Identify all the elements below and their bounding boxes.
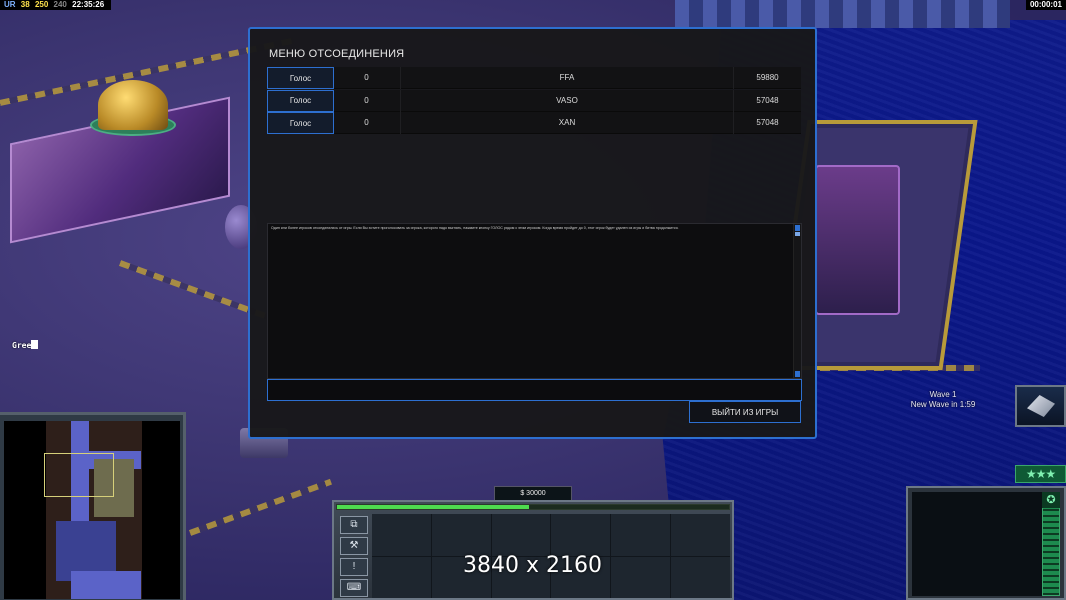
wave-countdown: New Wave in 1:59 [910,400,976,409]
build-slot[interactable] [491,514,551,556]
player-row: Голос 0 VASO 57048 [267,89,801,112]
wave-title: Wave 1 [929,390,957,399]
player-row: Голос 0 XAN 57048 [267,112,801,134]
enemy-structure[interactable] [815,165,900,315]
player-ping: 0 [364,73,369,82]
log-scrollbar[interactable] [793,224,801,378]
text-cursor [31,340,39,349]
faction-star-icon: ✪ [1042,492,1060,508]
player-frame: 57048 [756,118,779,127]
build-slot[interactable] [671,556,730,598]
scroll-up-icon[interactable] [795,225,800,231]
stat-c: 250 [34,0,49,9]
chat-text: Gree [12,341,32,350]
vote-button[interactable]: Голос [267,67,334,89]
resolution-watermark: 3840 x 2160 [463,553,602,578]
shuttle-icon [1027,395,1055,417]
stat-d: 240 [53,0,67,9]
player-ping: 0 [364,118,369,127]
radar-screen[interactable] [912,492,1042,596]
alert-icon[interactable]: ! [340,558,368,576]
stat-a: UR [4,0,16,9]
vote-button[interactable]: Голос [267,89,334,112]
radar-panel: ✪ [906,486,1066,600]
power-fill [337,505,530,509]
scroll-thumb[interactable] [795,232,800,236]
stat-b: 38 [20,0,30,9]
chat-line: Gree [12,340,39,350]
minimap-path [71,571,141,599]
build-slot[interactable] [431,514,491,556]
fortress-wall [675,0,1010,28]
player-frame: 59880 [756,73,779,82]
rank-stars: ★★★ [1015,465,1066,483]
command-panel: ⧉ ⚒ ! ⌨ [332,500,734,600]
message-log[interactable]: Один или более игроков отсоединились от … [267,223,802,379]
chat-input[interactable] [267,379,802,401]
build-slot[interactable] [611,514,671,556]
palace-dome [98,80,168,130]
build-slot[interactable] [671,514,730,556]
build-slot[interactable] [372,514,431,556]
player-list: Голос 0 FFA 59880 Голос 0 VASO 57048 Гол… [267,67,801,135]
repair-icon[interactable]: ⚒ [340,537,368,555]
log-text: Один или более игроков отсоединились от … [271,226,679,230]
road [188,478,332,536]
build-slot[interactable] [551,514,611,556]
exit-game-button[interactable]: ВЫЙТИ ИЗ ИГРЫ [689,401,801,423]
wave-info: Wave 1 New Wave in 1:59 [888,390,998,410]
player-name: FFA [400,67,734,89]
build-slot[interactable] [372,556,431,598]
build-slot[interactable] [611,556,671,598]
disconnect-dialog: МЕНЮ ОТСОЕДИНЕНИЯ Голос 0 FFA 59880 Голо… [248,27,817,439]
vote-button[interactable]: Голос [267,112,334,134]
structures-tab-icon[interactable]: ⧉ [340,516,368,534]
dialog-title: МЕНЮ ОТСОЕДИНЕНИЯ [269,48,405,60]
player-row: Голос 0 FFA 59880 [267,67,801,89]
minimap-screen[interactable] [4,421,180,599]
clock: 22:35:26 [72,0,105,9]
hud-stats: UR 38 250 240 22:35:26 [0,0,112,10]
game-timer: 00:00:01 [1025,0,1066,10]
options-icon[interactable]: ⌨ [340,579,368,597]
unit-portrait[interactable] [1015,385,1066,427]
player-name: VASO [400,89,734,112]
player-ping: 0 [364,95,369,105]
player-name: XAN [400,112,734,134]
player-frame: 57048 [756,95,779,105]
minimap-viewport [44,453,114,497]
power-bar [336,504,730,510]
scroll-down-icon[interactable] [795,371,800,377]
minimap-land [46,421,142,599]
palace-building[interactable] [10,80,240,244]
minimap[interactable] [0,412,186,600]
